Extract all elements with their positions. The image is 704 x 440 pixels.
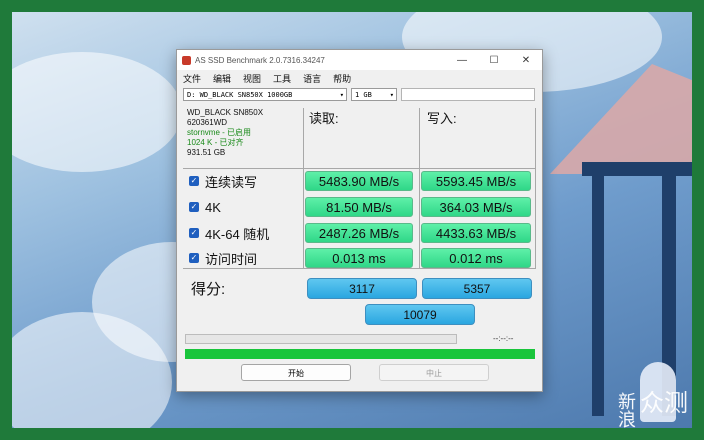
- row-label: 4K: [205, 199, 221, 215]
- menu-help[interactable]: 帮助: [333, 72, 351, 85]
- divider: [419, 108, 420, 268]
- blank-field: [401, 88, 535, 101]
- read-header: 读取:: [309, 111, 339, 126]
- access-read-value: 0.013 ms: [305, 248, 413, 268]
- row-4k64[interactable]: ✓ 4K-64 随机: [189, 223, 269, 243]
- checkbox-checked-icon[interactable]: ✓: [189, 253, 199, 263]
- checkbox-checked-icon[interactable]: ✓: [189, 228, 199, 238]
- drive-capacity: 931.51 GB: [187, 148, 226, 157]
- write-header: 写入:: [427, 111, 457, 126]
- size-select[interactable]: 1 GB ▾: [351, 88, 397, 101]
- row-label: 连续读写: [205, 174, 258, 190]
- driver-status: stornvme - 已启用: [187, 128, 252, 137]
- overall-progress-bar: [185, 349, 535, 359]
- drive-model: WD_BLACK SN850X: [187, 108, 264, 117]
- minimize-button[interactable]: —: [446, 55, 478, 66]
- seq-read-value: 5483.90 MB/s: [305, 171, 413, 191]
- score-label: 得分:: [191, 281, 226, 298]
- abort-button[interactable]: 中止: [379, 364, 489, 381]
- as-ssd-window: AS SSD Benchmark 2.0.7316.34247 — ☐ ✕ 文件…: [176, 49, 543, 392]
- drive-select[interactable]: D: WD_BLACK SN850X 1000GB ▾: [183, 88, 347, 101]
- chevron-down-icon: ▾: [339, 91, 344, 99]
- elapsed-time: --:--:--: [493, 334, 514, 343]
- row-4k[interactable]: ✓ 4K: [189, 197, 221, 217]
- size-select-value: 1 GB: [355, 91, 372, 99]
- maximize-button[interactable]: ☐: [478, 55, 510, 66]
- row-access-time[interactable]: ✓ 访问时间: [189, 248, 257, 268]
- drive-firmware: 620361WD: [187, 118, 228, 127]
- menu-tools[interactable]: 工具: [273, 72, 291, 85]
- menu-bar: 文件 编辑 视图 工具 语言 帮助: [177, 70, 542, 86]
- seq-write-value: 5593.45 MB/s: [421, 171, 531, 191]
- pavilion-beam: [582, 162, 692, 176]
- 4k64-write-value: 4433.63 MB/s: [421, 223, 531, 243]
- menu-edit[interactable]: 编辑: [213, 72, 231, 85]
- access-write-value: 0.012 ms: [421, 248, 531, 268]
- menu-language[interactable]: 语言: [303, 72, 321, 85]
- row-label: 4K-64 随机: [205, 226, 270, 242]
- row-label: 访问时间: [205, 251, 258, 267]
- app-icon: [182, 55, 191, 65]
- write-score: 5357: [422, 278, 532, 299]
- chevron-down-icon: ▾: [389, 91, 394, 99]
- read-score: 3117: [307, 278, 417, 299]
- start-button[interactable]: 开始: [241, 364, 351, 381]
- window-title: AS SSD Benchmark 2.0.7316.34247: [195, 55, 325, 65]
- row-seq[interactable]: ✓ 连续读写: [189, 171, 257, 191]
- cloud: [12, 52, 182, 172]
- title-bar: AS SSD Benchmark 2.0.7316.34247 — ☐ ✕: [177, 50, 542, 70]
- checkbox-checked-icon[interactable]: ✓: [189, 176, 199, 186]
- toolbar: D: WD_BLACK SN850X 1000GB ▾ 1 GB ▾: [177, 86, 542, 104]
- menu-file[interactable]: 文件: [183, 72, 201, 85]
- divider: [535, 108, 536, 268]
- total-score: 10079: [365, 304, 475, 325]
- close-button[interactable]: ✕: [510, 55, 542, 66]
- 4k-read-value: 81.50 MB/s: [305, 197, 413, 217]
- divider: [303, 108, 304, 268]
- 4k64-read-value: 2487.26 MB/s: [305, 223, 413, 243]
- current-progress-bar: [185, 334, 457, 344]
- alignment-status: 1024 K - 已对齐: [187, 138, 244, 147]
- 4k-write-value: 364.03 MB/s: [421, 197, 531, 217]
- menu-view[interactable]: 视图: [243, 72, 261, 85]
- drive-select-value: D: WD_BLACK SN850X 1000GB: [187, 91, 293, 99]
- watermark: 新浪众测: [618, 389, 688, 428]
- pavilion-pillar: [592, 176, 604, 416]
- checkbox-checked-icon[interactable]: ✓: [189, 202, 199, 212]
